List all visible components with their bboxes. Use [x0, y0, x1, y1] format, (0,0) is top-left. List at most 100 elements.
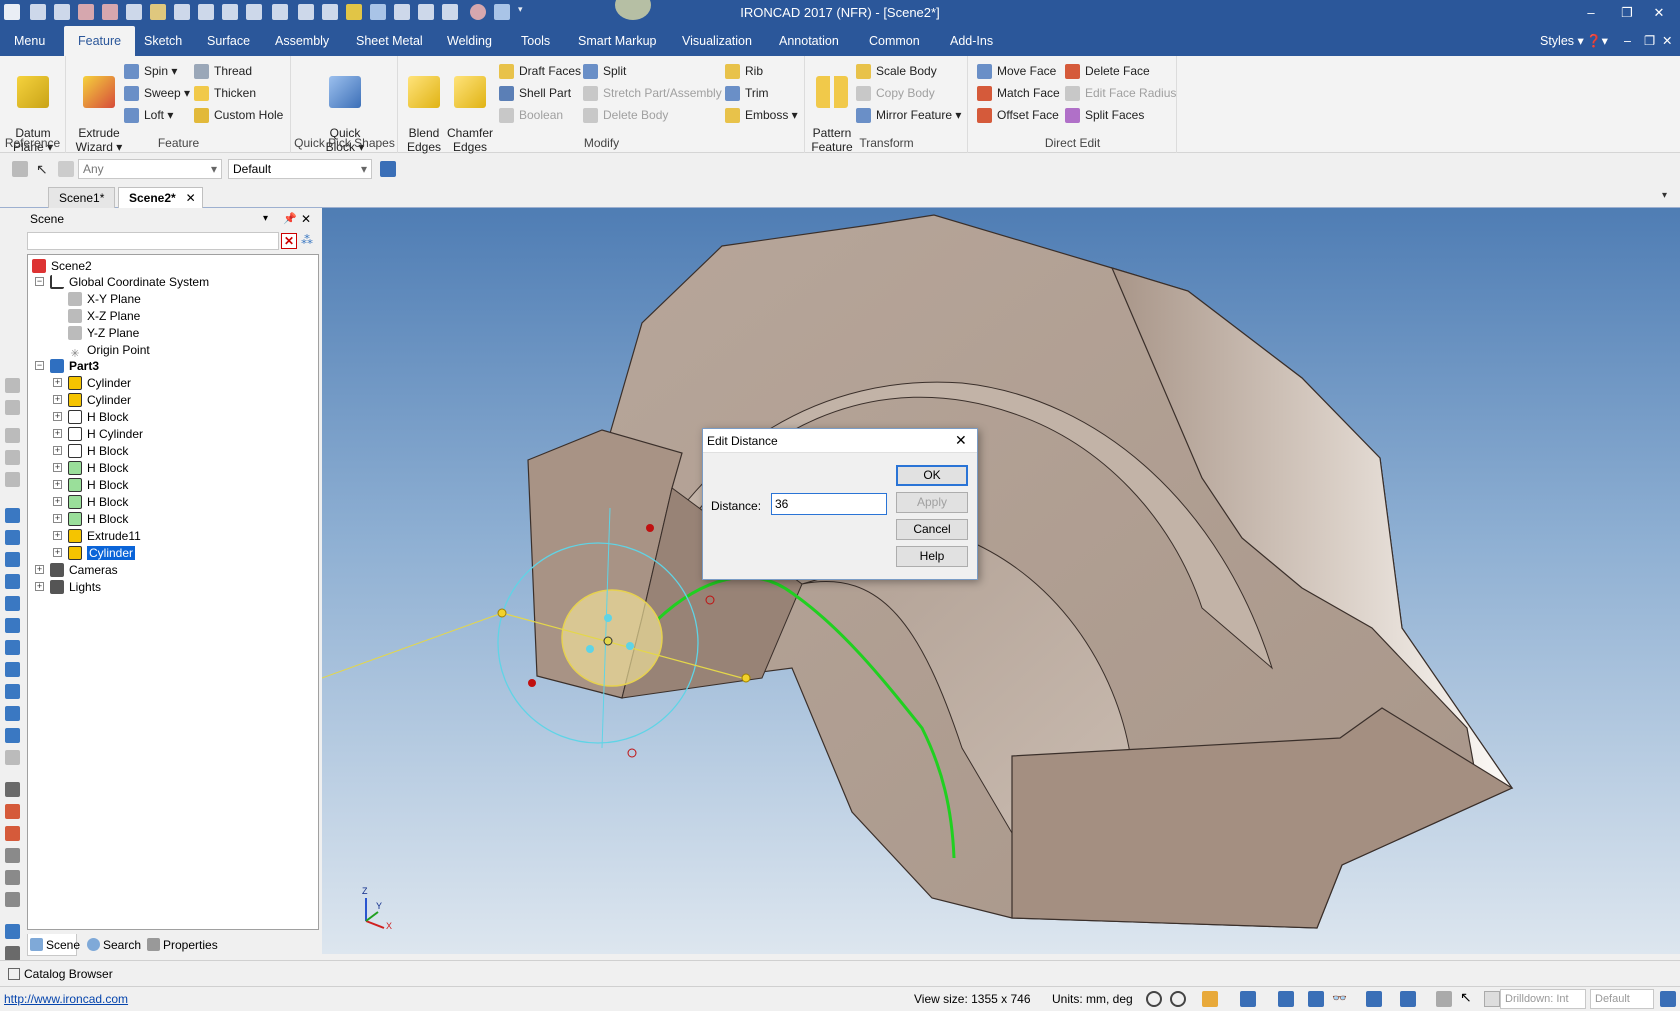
expand-toggle[interactable]: + [53, 446, 62, 455]
open-icon[interactable] [150, 4, 166, 20]
doc-tab-scene2[interactable]: Scene2* ✕ [118, 187, 203, 208]
tree-node-cameras[interactable]: Cameras [50, 561, 118, 579]
visibility-icon[interactable] [5, 804, 20, 819]
ruler-icon[interactable] [5, 946, 20, 961]
tri-ball-handle[interactable] [604, 614, 612, 622]
expand-toggle[interactable]: + [53, 531, 62, 540]
dialog-close-icon[interactable]: ✕ [955, 432, 967, 449]
tab-add-ins[interactable]: Add-Ins [936, 26, 1007, 56]
option-icon[interactable] [1484, 991, 1500, 1007]
torus-shape-icon[interactable] [5, 640, 20, 655]
size-handle[interactable] [528, 679, 536, 687]
catalog-browser-tab[interactable]: Catalog Browser [6, 965, 113, 983]
block-shape-icon[interactable] [5, 508, 20, 523]
ribbon-close-icon[interactable]: ✕ [1658, 26, 1676, 56]
tab-tools[interactable]: Tools [507, 26, 564, 56]
delete-face-button[interactable]: Delete Face [1065, 61, 1150, 81]
tree-node-lights[interactable]: Lights [50, 578, 101, 596]
assembly-select-icon[interactable] [12, 161, 28, 177]
center-handle[interactable] [603, 636, 613, 646]
tree-node-h-block[interactable]: H Block [68, 476, 128, 494]
tab-visualization[interactable]: Visualization [668, 26, 766, 56]
panel-tab-search[interactable]: Search [85, 934, 141, 956]
shading-icon[interactable] [1366, 991, 1382, 1007]
drilldown-select[interactable]: Drilldown: Int [1500, 989, 1586, 1009]
zoom-icon[interactable] [1146, 991, 1162, 1007]
ok-button[interactable]: OK [896, 465, 968, 486]
slot-shape-icon[interactable] [5, 662, 20, 677]
view-box-icon[interactable] [1202, 991, 1218, 1007]
pin-icon[interactable]: 📌 [283, 208, 297, 230]
distance-input[interactable] [771, 493, 887, 515]
sketch-icon[interactable] [5, 924, 20, 939]
default-select[interactable]: Default [1590, 989, 1654, 1009]
split-faces-button[interactable]: Split Faces [1065, 105, 1144, 125]
print-preview-icon[interactable] [246, 4, 262, 20]
3d-viewport[interactable]: Z Y X [322, 208, 1680, 954]
save-icon[interactable] [174, 4, 190, 20]
tab-assembly[interactable]: Assembly [261, 26, 343, 56]
edit-face-radius-button[interactable]: Edit Face Radius [1065, 83, 1176, 103]
render-icon[interactable] [1308, 991, 1324, 1007]
tab-menu[interactable]: Menu [0, 26, 59, 56]
help-button[interactable]: Help [896, 546, 968, 567]
pointer-icon[interactable]: ↖ [36, 161, 52, 177]
expand-toggle[interactable]: + [53, 497, 62, 506]
delete-body-button[interactable]: Delete Body [583, 105, 668, 125]
expand-toggle[interactable]: + [53, 412, 62, 421]
hat-icon[interactable] [494, 4, 510, 20]
trim-button[interactable]: Trim [725, 83, 769, 103]
emboss-button[interactable]: Emboss ▾ [725, 105, 798, 125]
expand-toggle[interactable]: + [53, 548, 62, 557]
tree-node-h-block[interactable]: H Block [68, 408, 128, 426]
tab-annotation[interactable]: Annotation [765, 26, 853, 56]
rib-button[interactable]: Rib [725, 61, 763, 81]
cylinder-cap[interactable] [561, 589, 663, 687]
tab-list-icon[interactable]: ▾ [1662, 190, 1667, 201]
tree-node-h-block[interactable]: H Block [68, 493, 128, 511]
move-face-button[interactable]: Move Face [977, 61, 1056, 81]
wedge-shape-icon[interactable] [5, 574, 20, 589]
tree-node-h-block[interactable]: H Block [68, 510, 128, 528]
tab-smart-markup[interactable]: Smart Markup [564, 26, 671, 56]
sun-icon[interactable] [346, 4, 362, 20]
tree-node-yz-plane[interactable]: Y-Z Plane [68, 324, 139, 342]
ribbon-minimize-icon[interactable]: – [1620, 26, 1635, 56]
cube-shape-icon[interactable] [5, 684, 20, 699]
tree-node-part3[interactable]: Part3 [50, 357, 99, 375]
box-shape-icon[interactable] [5, 706, 20, 721]
close-doc-icon[interactable] [78, 4, 94, 20]
help-question-icon[interactable]: ❓▾ [1582, 26, 1612, 56]
tool-icon-3[interactable] [5, 428, 20, 443]
panel-dropdown-icon[interactable]: ▾ [263, 208, 268, 230]
shell-part-button[interactable]: Shell Part [499, 83, 571, 103]
website-link[interactable]: http://www.ironcad.com [4, 992, 128, 1006]
filter-options-icon[interactable]: ⁂ [301, 233, 317, 249]
tree-node-cylinder[interactable]: Cylinder [68, 374, 131, 392]
loft-button[interactable]: Loft ▾ [124, 105, 173, 125]
qa-dropdown-icon[interactable]: ▾ [518, 4, 526, 20]
save-as-icon[interactable] [198, 4, 214, 20]
apply-button[interactable]: Apply [896, 492, 968, 513]
expand-toggle[interactable]: + [35, 565, 44, 574]
expand-toggle[interactable]: + [35, 582, 44, 591]
sparkle-icon[interactable] [370, 4, 386, 20]
print-icon[interactable] [222, 4, 238, 20]
expand-toggle[interactable]: + [53, 463, 62, 472]
selection-filter-select[interactable]: Any ▾ [78, 159, 222, 179]
restore-button[interactable]: ❐ [1612, 3, 1642, 23]
cancel-button[interactable]: Cancel [896, 519, 968, 540]
tool-icon-5[interactable] [5, 472, 20, 487]
spin-button[interactable]: Spin ▾ [124, 61, 177, 81]
expand-toggle[interactable]: + [53, 480, 62, 489]
angle-icon[interactable] [5, 848, 20, 863]
tri-ball-handle[interactable] [586, 645, 594, 653]
style-select[interactable]: Default ▾ [228, 159, 372, 179]
doc-tab-scene1[interactable]: Scene1* [48, 187, 116, 208]
grid-icon[interactable] [394, 4, 410, 20]
pdf-icon[interactable] [102, 4, 118, 20]
panel-tab-scene[interactable]: Scene [27, 934, 80, 956]
tree-node-extrude11[interactable]: Extrude11 [68, 527, 141, 545]
tree-node-xz-plane[interactable]: X-Z Plane [68, 307, 140, 325]
display-icon[interactable] [1400, 991, 1416, 1007]
